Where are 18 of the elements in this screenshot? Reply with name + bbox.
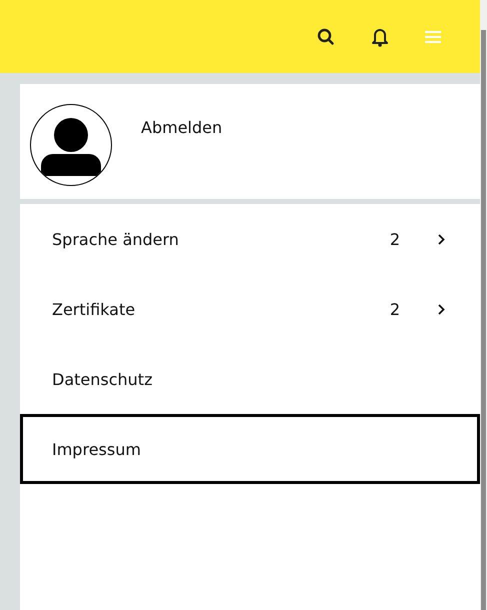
- scrollbar-thumb[interactable]: [481, 30, 486, 610]
- item-label: Zertifikate: [52, 300, 136, 318]
- item-label: Datenschutz: [52, 370, 154, 388]
- menu-item[interactable]: Datenschutz: [20, 344, 480, 414]
- item-label: Sprache ändern: [52, 230, 180, 248]
- bell-icon[interactable]: [371, 26, 389, 46]
- menu-item[interactable]: Impressum: [20, 414, 480, 484]
- scrollbar[interactable]: [480, 0, 487, 610]
- avatar-icon: [30, 104, 112, 186]
- menu-item[interactable]: Sprache ändern 2: [20, 204, 480, 274]
- item-count: 2: [390, 230, 400, 248]
- logout-link[interactable]: Abmelden: [141, 118, 222, 137]
- chevron-right-icon: [438, 234, 445, 244]
- item-label: Impressum: [52, 440, 142, 458]
- item-count: 2: [390, 300, 400, 318]
- chevron-right-icon: [438, 304, 445, 314]
- search-icon[interactable]: [317, 28, 335, 46]
- menu-item[interactable]: Zertifikate 2: [20, 274, 480, 344]
